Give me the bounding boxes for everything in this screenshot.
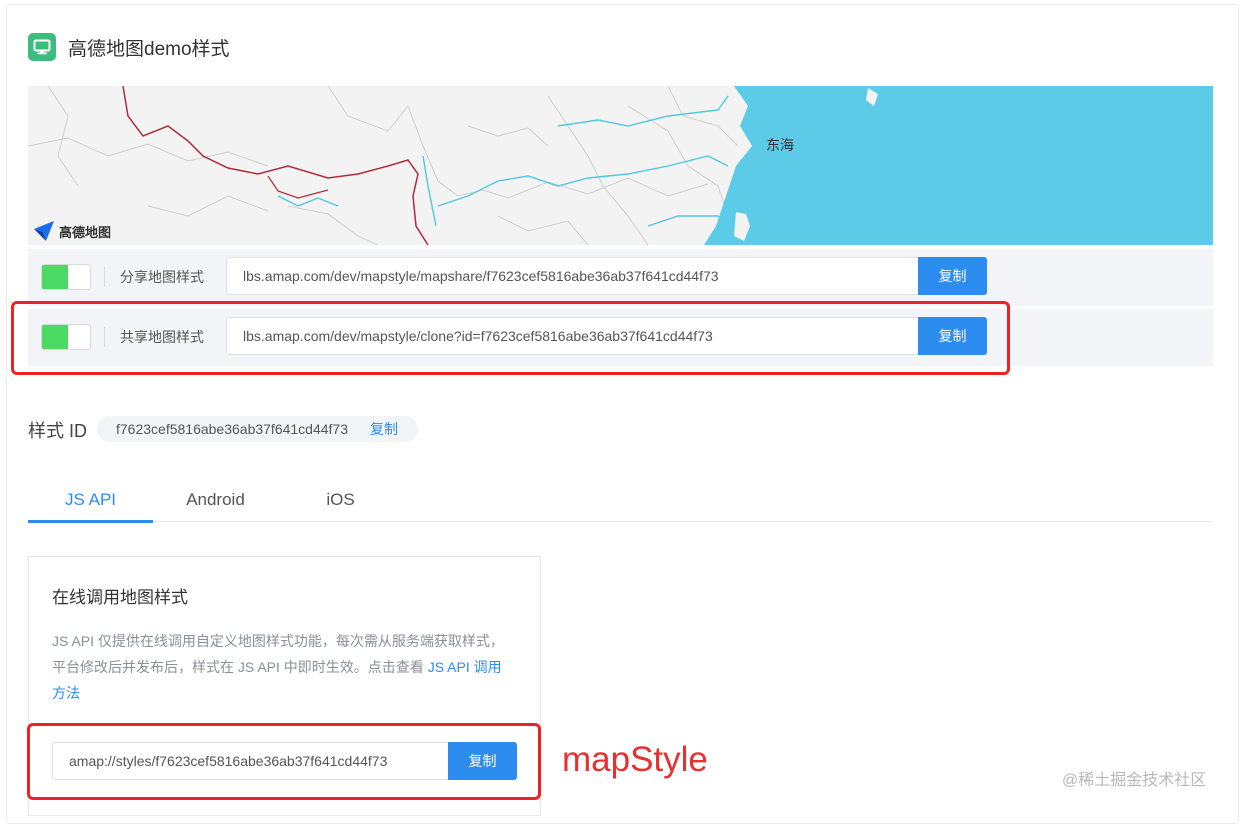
share-row-mapshare: 分享地图样式 lbs.amap.com/dev/mapstyle/mapshar… bbox=[28, 249, 1213, 306]
map-preview[interactable]: 东海 高德地图 bbox=[28, 86, 1213, 245]
share-toggle[interactable] bbox=[41, 264, 91, 290]
watermark: @稀土掘金技术社区 bbox=[1062, 772, 1207, 789]
map-canvas bbox=[28, 86, 1213, 245]
row-divider bbox=[104, 267, 105, 287]
page-header: 高德地图demo样式 bbox=[28, 33, 230, 61]
share-label: 分享地图样式 bbox=[120, 269, 204, 285]
share-url-field[interactable]: lbs.amap.com/dev/mapstyle/mapshare/f7623… bbox=[226, 257, 918, 295]
style-id-label: 样式 ID bbox=[28, 421, 88, 441]
style-id-pill: f7623cef5816abe36ab37f641cd44f73 复制 bbox=[97, 416, 418, 442]
map-sea-label: 东海 bbox=[766, 137, 794, 153]
amap-arrow-icon bbox=[34, 221, 54, 241]
mapstyle-annotation: mapStyle bbox=[562, 740, 708, 779]
panel-title: 在线调用地图样式 bbox=[52, 588, 188, 607]
panel-description: JS API 仅提供在线调用自定义地图样式功能，每次需从服务端获取样式，平台修改… bbox=[52, 628, 512, 706]
share-url-text: lbs.amap.com/dev/mapstyle/mapshare/f7623… bbox=[243, 268, 719, 284]
platform-tabs: JS API Android iOS bbox=[28, 478, 1213, 523]
page-title: 高德地图demo样式 bbox=[68, 38, 230, 60]
tab-ios[interactable]: iOS bbox=[278, 478, 403, 521]
tab-android[interactable]: Android bbox=[153, 478, 278, 521]
amap-logo: 高德地图 bbox=[32, 220, 111, 242]
monitor-icon bbox=[28, 33, 56, 61]
tab-js-api[interactable]: JS API bbox=[28, 478, 153, 521]
highlight-frame-clone bbox=[11, 301, 1010, 375]
copy-share-url-button[interactable]: 复制 bbox=[918, 257, 987, 295]
copy-style-id-link[interactable]: 复制 bbox=[370, 416, 398, 442]
active-tab-indicator bbox=[28, 520, 153, 523]
highlight-frame-mapstyle bbox=[27, 723, 541, 800]
amap-logo-text: 高德地图 bbox=[59, 224, 112, 240]
style-id-value: f7623cef5816abe36ab37f641cd44f73 bbox=[116, 421, 348, 437]
